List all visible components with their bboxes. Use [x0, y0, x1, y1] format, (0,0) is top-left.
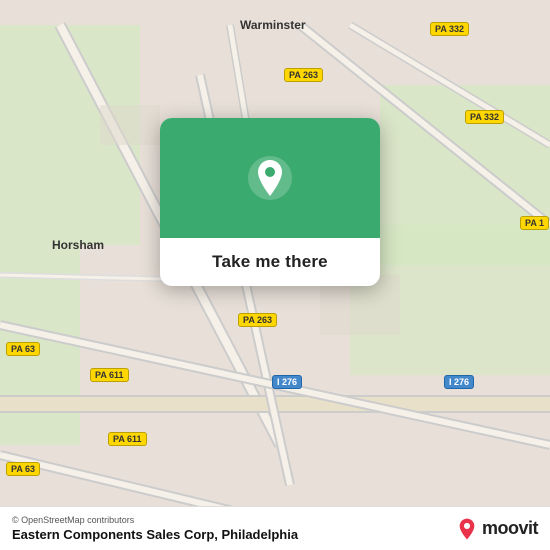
take-me-there-button[interactable]: Take me there [212, 252, 328, 272]
popup-map-section [160, 118, 380, 238]
road-label-pa1-right: PA 1 [520, 216, 549, 230]
attribution-text: © OpenStreetMap contributors [12, 515, 298, 525]
road-label-i276-right: I 276 [444, 375, 474, 389]
popup-button-section[interactable]: Take me there [160, 238, 380, 286]
road-label-pa263-lower: PA 263 [238, 313, 277, 327]
road-label-pa63-bottom: PA 63 [6, 462, 40, 476]
road-label-pa611-left: PA 611 [90, 368, 129, 382]
bottom-info: © OpenStreetMap contributors Eastern Com… [12, 515, 298, 542]
road-label-pa332-right: PA 332 [465, 110, 504, 124]
map-container: Warminster Horsham PA 332 PA 263 PA 332 … [0, 0, 550, 550]
moovit-pin-icon [456, 518, 478, 540]
road-label-pa332-top: PA 332 [430, 22, 469, 36]
location-pin-icon [246, 154, 294, 202]
moovit-brand-text: moovit [482, 518, 538, 539]
popup-card: Take me there [160, 118, 380, 286]
city-label-horsham: Horsham [52, 238, 104, 252]
city-label-warminster: Warminster [240, 18, 306, 32]
bottom-bar: © OpenStreetMap contributors Eastern Com… [0, 506, 550, 550]
road-label-pa263-mid: PA 263 [284, 68, 323, 82]
location-name: Eastern Components Sales Corp, Philadelp… [12, 527, 298, 542]
moovit-logo: moovit [456, 518, 538, 540]
road-label-i276-center: I 276 [272, 375, 302, 389]
road-label-pa63-left: PA 63 [6, 342, 40, 356]
road-label-pa611-bottom: PA 611 [108, 432, 147, 446]
